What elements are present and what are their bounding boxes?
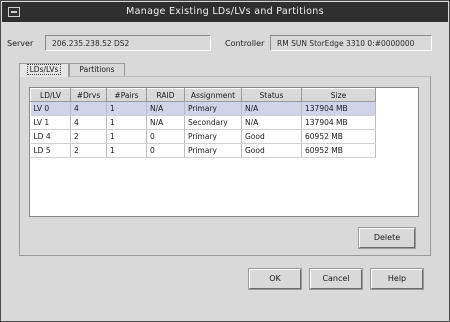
column-header-drives[interactable]: #Drvs [70, 88, 107, 102]
column-header-pairs[interactable]: #Pairs [106, 88, 147, 102]
tab-lds-lvs[interactable]: LDs/LVs [19, 63, 69, 77]
ok-button[interactable]: OK [249, 269, 301, 289]
cell-drives: 2 [70, 143, 107, 158]
cell-assignment: Primary [184, 143, 242, 158]
cell-assignment: Primary [184, 129, 242, 144]
cell-drives: 4 [70, 101, 107, 116]
server-label: Server [7, 39, 34, 48]
cell-assignment: Secondary [184, 115, 242, 130]
cell-raid: 0 [146, 129, 185, 144]
dialog-window: Manage Existing LDs/LVs and Partitions S… [0, 0, 450, 322]
delete-button[interactable]: Delete [359, 228, 415, 248]
cell-raid: N/A [146, 101, 185, 116]
controller-label: Controller [225, 39, 265, 48]
column-header-ld-lv[interactable]: LD/LV [30, 88, 71, 102]
controller-field: RM SUN StorEdge 3310 0:#0000000 [270, 35, 432, 51]
cell-status: Good [241, 129, 302, 144]
cell-pairs: 1 [106, 115, 147, 130]
cell-raid: N/A [146, 115, 185, 130]
cell-ld-lv: LV 1 [30, 115, 71, 130]
cell-assignment: Primary [184, 101, 242, 116]
column-header-raid[interactable]: RAID [146, 88, 185, 102]
cell-pairs: 1 [106, 143, 147, 158]
table-row[interactable]: LD 4 2 1 0 Primary Good 60952 MB [30, 129, 376, 144]
cell-pairs: 1 [106, 129, 147, 144]
cell-raid: 0 [146, 143, 185, 158]
cell-status: N/A [241, 115, 302, 130]
cell-ld-lv: LV 0 [30, 101, 71, 116]
ld-lv-table: LD/LV #Drvs #Pairs RAID Assignment Statu… [29, 87, 419, 217]
cell-size: 60952 MB [301, 143, 376, 158]
cell-pairs: 1 [106, 101, 147, 116]
table-header-row: LD/LV #Drvs #Pairs RAID Assignment Statu… [30, 88, 376, 102]
cell-status: N/A [241, 101, 302, 116]
cell-ld-lv: LD 5 [30, 143, 71, 158]
column-header-assignment[interactable]: Assignment [184, 88, 242, 102]
cell-ld-lv: LD 4 [30, 129, 71, 144]
window-title: Manage Existing LDs/LVs and Partitions [126, 6, 324, 17]
table-row[interactable]: LV 0 4 1 N/A Primary N/A 137904 MB [30, 101, 376, 116]
cell-size: 137904 MB [301, 101, 376, 116]
tab-partitions[interactable]: Partitions [69, 63, 125, 76]
server-field: 206.235.238.52 DS2 [45, 35, 211, 51]
cell-drives: 4 [70, 115, 107, 130]
cell-size: 137904 MB [301, 115, 376, 130]
tab-lds-lvs-label: LDs/LVs [26, 64, 62, 75]
help-button[interactable]: Help [371, 269, 423, 289]
cancel-button[interactable]: Cancel [310, 269, 362, 289]
title-bar[interactable]: Manage Existing LDs/LVs and Partitions [2, 2, 448, 22]
column-header-status[interactable]: Status [241, 88, 302, 102]
table-row[interactable]: LD 5 2 1 0 Primary Good 60952 MB [30, 143, 376, 158]
cell-size: 60952 MB [301, 129, 376, 144]
table-row[interactable]: LV 1 4 1 N/A Secondary N/A 137904 MB [30, 115, 376, 130]
cell-status: Good [241, 143, 302, 158]
column-header-size[interactable]: Size [301, 88, 376, 102]
cell-drives: 2 [70, 129, 107, 144]
